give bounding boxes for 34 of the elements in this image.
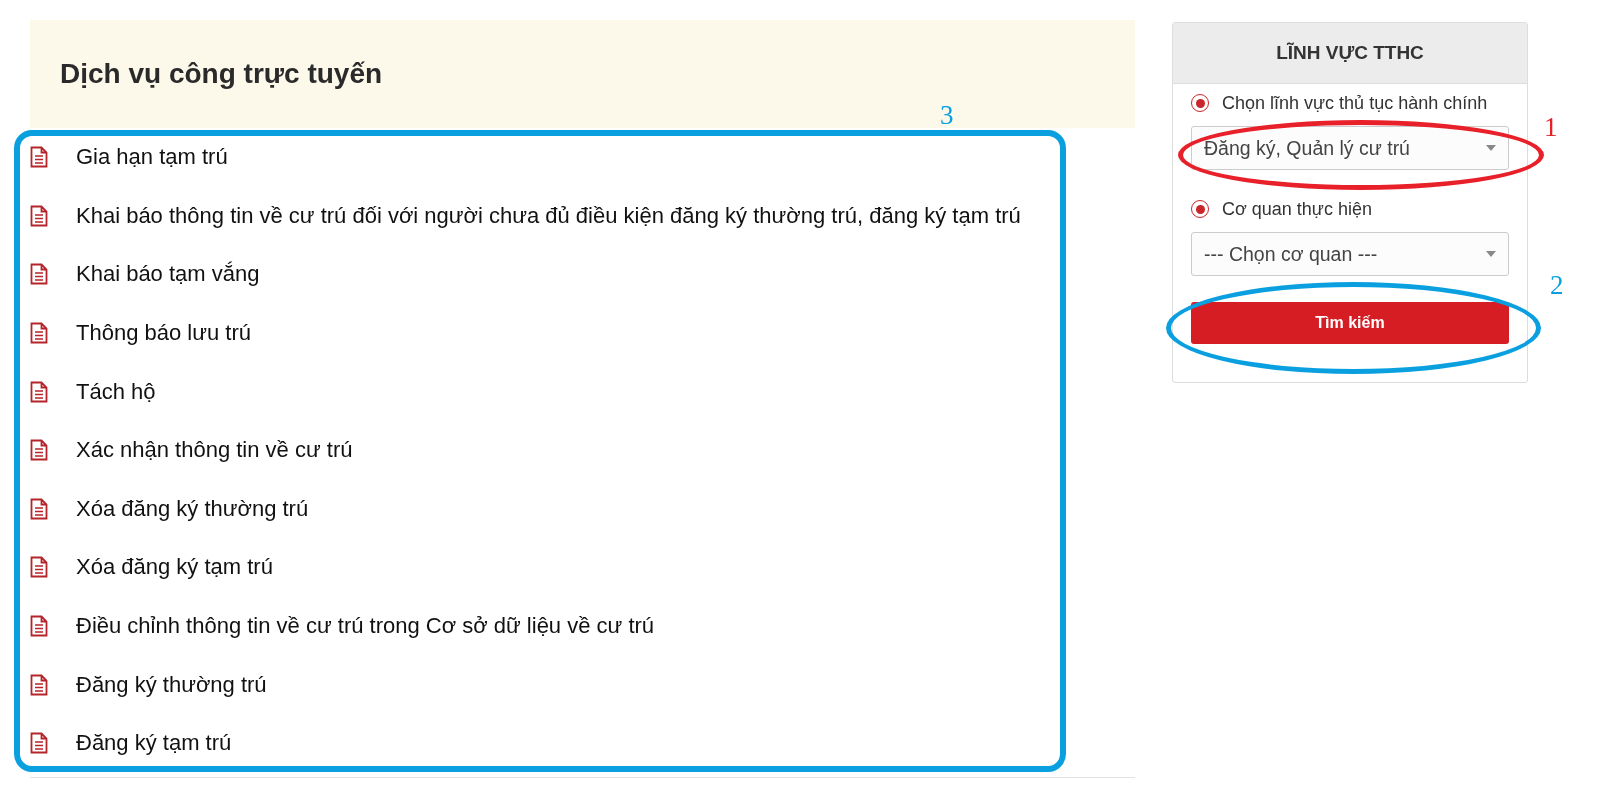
dropdown[interactable]: --- Chọn cơ quan --- (1191, 232, 1509, 276)
document-icon (30, 497, 48, 520)
panel-title: LĨNH VỰC TTHC (1276, 42, 1424, 64)
service-link[interactable]: Tách hộ (76, 378, 156, 405)
service-link[interactable]: Đăng ký thường trú (76, 671, 267, 698)
document-icon (30, 204, 48, 227)
annotation-number: 3 (940, 100, 954, 131)
service-link[interactable]: Thông báo lưu trú (76, 320, 251, 347)
document-icon (30, 615, 48, 638)
service-link[interactable]: Gia hạn tạm trú (76, 144, 228, 171)
radio-label: Chọn lĩnh vực thủ tục hành chính (1222, 92, 1488, 114)
document-icon (30, 322, 48, 345)
document-icon (30, 146, 48, 169)
service-link[interactable]: Xóa đăng ký thường trú (76, 495, 309, 522)
service-link[interactable]: Xóa đăng ký tạm trú (76, 554, 273, 581)
document-icon (30, 673, 48, 696)
dropdown[interactable]: Đăng ký, Quản lý cư trú (1191, 126, 1509, 170)
caret-icon (1486, 251, 1496, 257)
document-icon (30, 732, 48, 755)
document-icon (30, 439, 48, 462)
annotation-number: 1 (1544, 112, 1558, 143)
service-link[interactable]: Khai báo thông tin về cư trú đối với người chưa đủ điều kiện đăng ký thường trú, đăng ký tạm trú (76, 202, 1021, 229)
service-link[interactable]: Khai báo tạm vắng (76, 261, 260, 288)
radio-label: Cơ quan thực hiện (1222, 198, 1372, 220)
document-icon (30, 556, 48, 579)
page-title: Dịch vụ công trực tuyến (60, 58, 383, 90)
document-icon (30, 380, 48, 403)
document-icon (30, 263, 48, 286)
annotation-number: 2 (1550, 270, 1564, 301)
service-link[interactable]: Xác nhận thông tin về cư trú (76, 437, 353, 464)
caret-icon (1486, 145, 1496, 151)
service-link[interactable]: Điều chỉnh thông tin về cư trú trong Cơ sở dữ liệu về cư trú (76, 613, 655, 640)
search-button[interactable]: Tìm kiếm (1191, 302, 1509, 344)
service-link[interactable]: Đăng ký tạm trú (76, 730, 232, 757)
